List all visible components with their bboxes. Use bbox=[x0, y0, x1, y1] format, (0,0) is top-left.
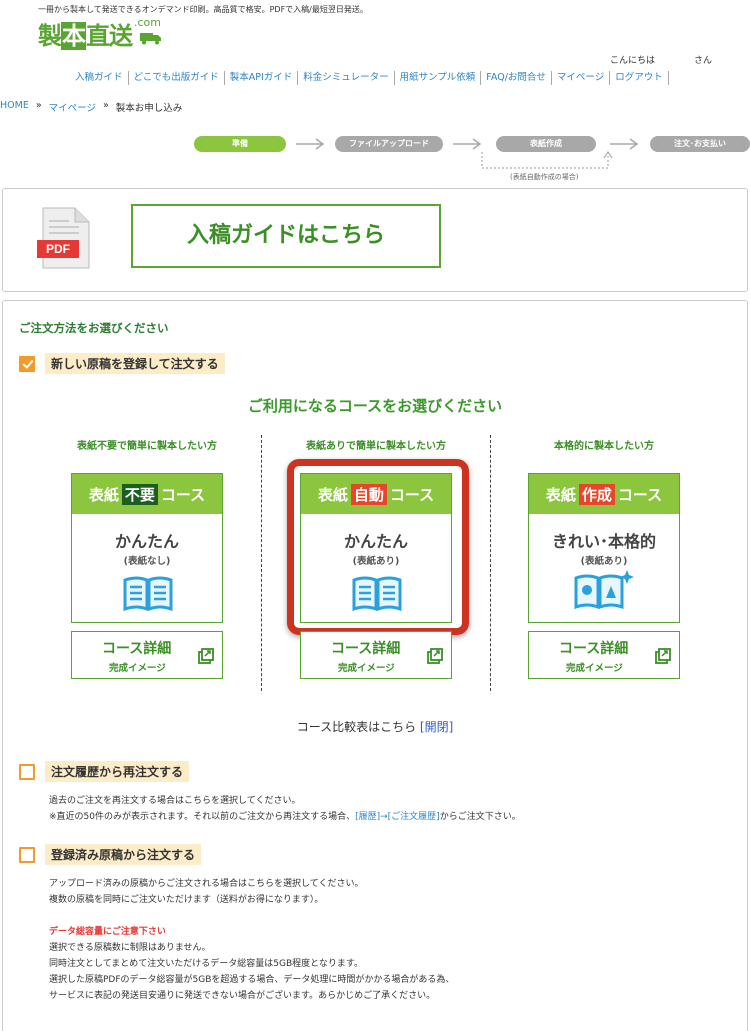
select-course-heading: ご利用になるコースをお選びください bbox=[247, 397, 503, 415]
external-window-icon bbox=[655, 648, 671, 664]
illustrated-book-icon bbox=[574, 570, 634, 610]
course-card-subtitle: (表紙あり) bbox=[580, 556, 628, 567]
breadcrumb-mypage[interactable]: マイページ bbox=[49, 100, 96, 114]
breadcrumb-home[interactable]: HOME bbox=[0, 100, 29, 114]
col-title-custom-cover: 本格的に製本したい方 bbox=[554, 441, 654, 452]
column-divider bbox=[490, 435, 491, 691]
course-card-title: きれい･本格的 bbox=[551, 532, 656, 551]
course-detail-button-auto-cover[interactable]: コース詳細 完成イメージ bbox=[300, 631, 452, 679]
nav-paper-sample[interactable]: 用紙サンプル依頼 bbox=[393, 71, 481, 85]
col-title-auto-cover: 表紙ありで簡単に製本したい方 bbox=[306, 441, 446, 452]
option-registered-checkbox[interactable] bbox=[19, 846, 35, 863]
course-detail-button-no-cover[interactable]: コース詳細 完成イメージ bbox=[71, 631, 223, 679]
order-panel: ご注文方法をお選びください 新しい原稿を登録して注文する ご利用になるコースをお… bbox=[2, 300, 748, 1031]
breadcrumb: HOME » マイページ » 製本お申し込み bbox=[0, 100, 182, 114]
column-divider bbox=[261, 435, 262, 691]
nav-faq[interactable]: FAQ/お問合せ bbox=[480, 71, 551, 85]
recommended-highlight bbox=[287, 459, 469, 635]
option-new-label[interactable]: 新しい原稿を登録して注文する bbox=[45, 353, 225, 374]
registered-description: アップロード済みの原稿からご注文される場合はこちらを選択してください。 複数の原… bbox=[49, 879, 455, 1001]
course-card-title: かんたん bbox=[114, 532, 179, 551]
guide-panel: PDF 入稿ガイドはこちら bbox=[2, 188, 748, 292]
warning-title: データ総容量にご注意下さい bbox=[49, 927, 166, 937]
pdf-file-icon: PDF bbox=[37, 207, 90, 269]
course-card-no-cover[interactable]: 表紙 不要 コース かんたん (表紙なし) bbox=[71, 473, 223, 623]
step-file-upload: ファイルアップロード bbox=[335, 136, 443, 152]
option-registered-label[interactable]: 登録済み原稿から注文する bbox=[45, 844, 202, 865]
external-window-icon bbox=[198, 648, 214, 664]
upload-guide-button[interactable]: 入稿ガイドはこちら bbox=[131, 204, 441, 268]
order-history-link[interactable]: [履歴]→[ご注文履歴] bbox=[355, 812, 440, 822]
breadcrumb-sep: » bbox=[35, 100, 42, 111]
course-compare: コース比較表はこちら [開閉] bbox=[296, 720, 454, 734]
breadcrumb-current: 製本お申し込み bbox=[115, 103, 183, 114]
arrow-right-icon bbox=[296, 138, 325, 150]
external-window-icon bbox=[427, 648, 443, 664]
course-card-subtitle: (表紙なし) bbox=[123, 556, 171, 567]
nav-publish-guide[interactable]: どこでも出版ガイド bbox=[127, 71, 224, 85]
logo-com: .com bbox=[134, 16, 161, 29]
step-order-payment: 注文･お支払い bbox=[650, 136, 750, 152]
course-card-header: 表紙 不要 コース bbox=[72, 474, 222, 514]
course-detail-button-custom-cover[interactable]: コース詳細 完成イメージ bbox=[528, 631, 680, 679]
greeting: こんにちは bbox=[610, 56, 656, 66]
progress-steps: 準備 ファイルアップロード 表紙作成 注文･お支払い (表紙自動作成の場合) bbox=[0, 130, 750, 185]
breadcrumb-sep: » bbox=[102, 100, 109, 111]
skip-path-icon bbox=[481, 151, 613, 169]
order-heading: ご注文方法をお選びください bbox=[19, 321, 169, 335]
option-registered-row[interactable]: 登録済み原稿から注文する bbox=[19, 844, 202, 865]
step-prepare: 準備 bbox=[194, 136, 286, 152]
col-title-no-cover: 表紙不要で簡単に製本したい方 bbox=[77, 441, 217, 452]
pdf-label: PDF bbox=[46, 242, 70, 256]
step-note: (表紙自動作成の場合) bbox=[510, 173, 579, 181]
course-card-header: 表紙 作成 コース bbox=[529, 474, 679, 514]
option-new-checkbox[interactable] bbox=[19, 355, 35, 372]
truck-icon bbox=[140, 33, 161, 45]
compare-toggle-link[interactable]: [開閉] bbox=[420, 720, 453, 734]
nav-upload-guide[interactable]: 入稿ガイド bbox=[70, 71, 128, 85]
nav-price-simulator[interactable]: 料金シミュレーター bbox=[297, 71, 393, 85]
greeting-suffix: さん bbox=[694, 56, 713, 66]
site-logo[interactable]: 製本直送 .com bbox=[38, 16, 161, 50]
reorder-description: 過去のご注文を再注文する場合はこちらを選択してください。 ※直近の50件のみが表… bbox=[49, 796, 521, 822]
course-card-custom-cover[interactable]: 表紙 作成 コース きれい･本格的 (表紙あり) bbox=[528, 473, 680, 623]
site-tagline: 一冊から製本して発送できるオンデマンド印刷。高品質で格安。PDFで入稿/最短翌日… bbox=[38, 5, 368, 14]
option-reorder-checkbox[interactable] bbox=[19, 763, 35, 780]
nav-logout[interactable]: ログアウト bbox=[609, 71, 668, 85]
nav-mypage[interactable]: マイページ bbox=[550, 71, 609, 85]
top-nav: 入稿ガイド どこでも出版ガイド 製本APIガイド 料金シミュレーター 用紙サンプ… bbox=[70, 71, 669, 85]
option-reorder-row[interactable]: 注文履歴から再注文する bbox=[19, 761, 190, 782]
option-new-row[interactable]: 新しい原稿を登録して注文する bbox=[19, 353, 225, 374]
nav-api-guide[interactable]: 製本APIガイド bbox=[223, 71, 298, 85]
option-reorder-label[interactable]: 注文履歴から再注文する bbox=[45, 761, 190, 782]
open-book-icon bbox=[123, 576, 173, 612]
